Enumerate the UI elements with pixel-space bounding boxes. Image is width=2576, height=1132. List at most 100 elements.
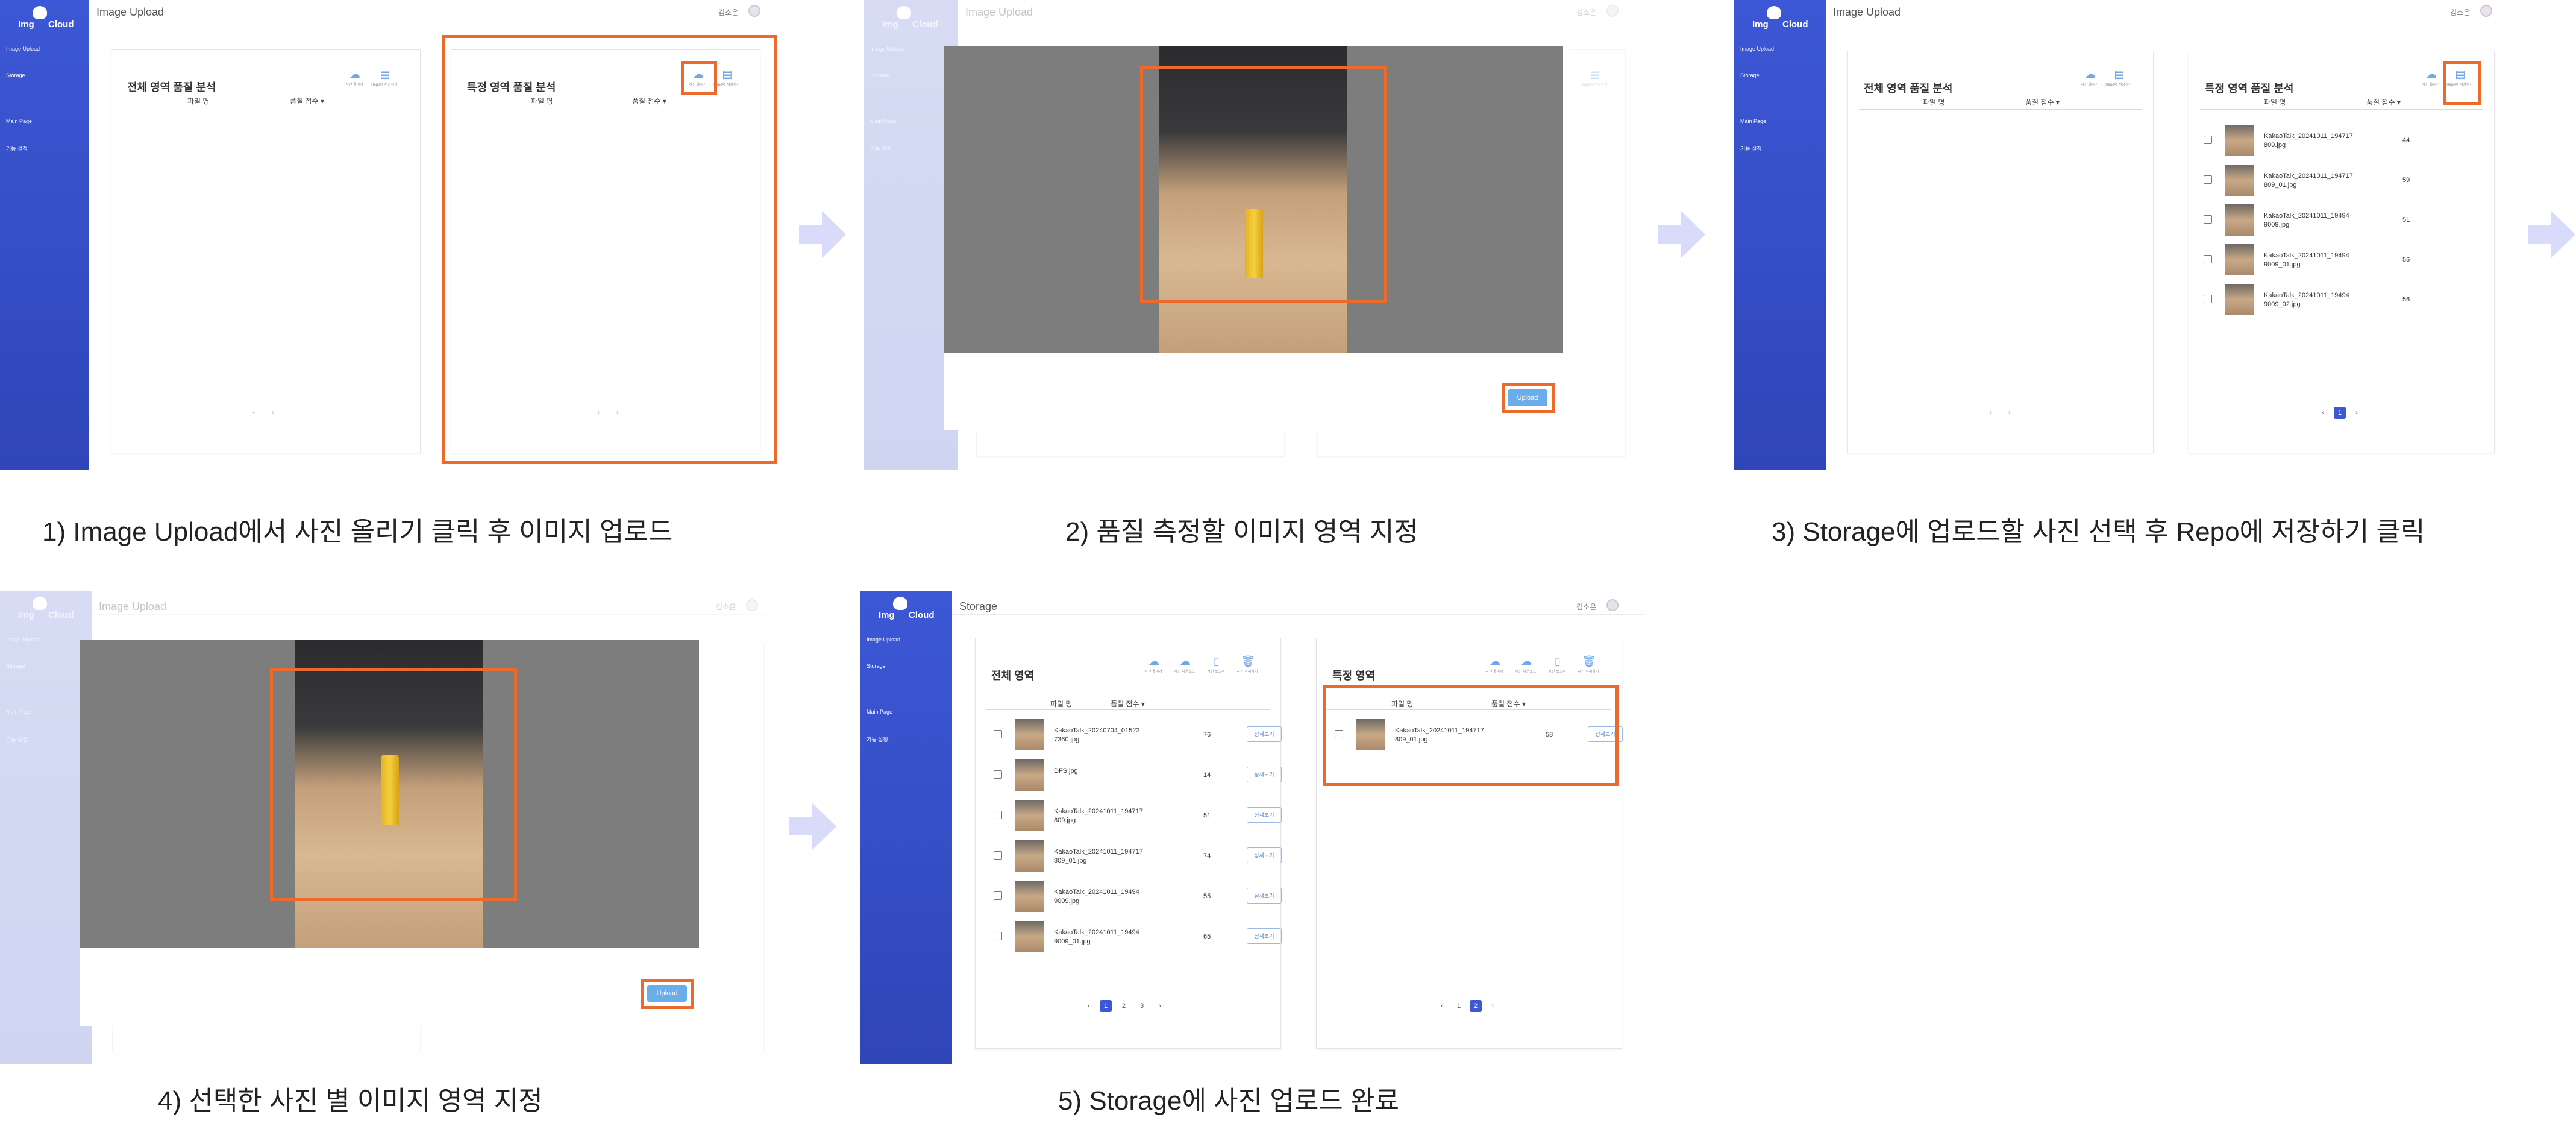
nav-main-page[interactable]: Main Page: [867, 709, 892, 715]
pager-page-2[interactable]: 2: [1470, 1000, 1482, 1012]
avatar[interactable]: [748, 5, 760, 17]
download-button[interactable]: ☁ 사진 다운로드: [1515, 655, 1537, 676]
row-checkbox[interactable]: [994, 851, 1002, 860]
crop-selection[interactable]: [270, 668, 517, 901]
table-row[interactable]: KakaoTalk_20241011_19494 9009.jpg 51: [2204, 202, 2481, 238]
avatar[interactable]: [1606, 599, 1619, 611]
pager-next[interactable]: ›: [1154, 1000, 1166, 1012]
save-repo-button[interactable]: ▤ Repo에 저장하기: [1581, 68, 1608, 89]
download-button[interactable]: ☁ 사진 다운로드: [1174, 655, 1196, 676]
pager-page-1[interactable]: 1: [1453, 1000, 1465, 1012]
table-row[interactable]: DFS.jpg 14 상세보기: [994, 757, 1282, 793]
detail-button[interactable]: 상세보기: [1247, 928, 1282, 944]
pager-prev[interactable]: ‹: [1989, 408, 1992, 417]
detail-button[interactable]: 상세보기: [1247, 888, 1282, 904]
row-checkbox[interactable]: [2204, 255, 2212, 263]
report-button[interactable]: ▯ 사진 보고서: [1547, 655, 1567, 676]
row-checkbox[interactable]: [994, 811, 1002, 819]
row-checkbox[interactable]: [2204, 215, 2212, 224]
app-logo[interactable]: Img Cloud: [1743, 6, 1809, 30]
nav-main-page[interactable]: Main Page: [1740, 118, 1766, 124]
row-checkbox[interactable]: [2204, 175, 2212, 184]
nav-storage[interactable]: Storage: [6, 72, 25, 78]
table-row[interactable]: KakaoTalk_20241011_19494 9009_01.jpg 56: [2204, 242, 2481, 278]
pager-page-3[interactable]: 3: [1136, 1000, 1148, 1012]
pager-prev[interactable]: ‹: [1436, 1000, 1448, 1012]
col-score[interactable]: 품질 점수 ▾: [290, 96, 324, 106]
app-logo[interactable]: Img Cloud: [8, 597, 75, 621]
nav-storage[interactable]: Storage: [870, 72, 889, 78]
nav-main-page[interactable]: Main Page: [870, 118, 896, 124]
avatar[interactable]: [1606, 5, 1619, 17]
pager-next[interactable]: ›: [1487, 1000, 1499, 1012]
table-row[interactable]: KakaoTalk_20241011_194717 809_01.jpg 74 상세…: [994, 838, 1282, 874]
full-area-card: 전체 영역 ☁ 사진 올리기 ☁ 사진 다운로드 ▯ 사진 보고서 🗑 사진 삭제하기 …: [975, 638, 1282, 1049]
row-checkbox[interactable]: [994, 770, 1002, 779]
app-logo[interactable]: Img Cloud: [873, 6, 939, 30]
col-score[interactable]: 품질 점수 ▾: [2025, 97, 2060, 107]
row-checkbox[interactable]: [994, 932, 1002, 940]
nav-image-upload[interactable]: Image Upload: [867, 637, 900, 643]
nav-main-page[interactable]: Main Page: [6, 118, 32, 124]
card-title: 전체 영역: [991, 670, 1035, 682]
upload-photo-button[interactable]: ☁ 사진 올리기: [1143, 655, 1164, 676]
report-button[interactable]: ▯ 사진 보고서: [1206, 655, 1226, 676]
table-row[interactable]: KakaoTalk_20241011_194717 809.jpg 51 상세보기: [994, 797, 1282, 834]
detail-button[interactable]: 상세보기: [1247, 847, 1282, 863]
col-score[interactable]: 품질 점수 ▾: [2366, 97, 2401, 107]
nav-image-upload[interactable]: Image Upload: [870, 46, 904, 52]
upload-photo-button[interactable]: ☁ 사진 올리기: [2421, 68, 2441, 89]
avatar[interactable]: [2480, 5, 2492, 17]
nav-main-page[interactable]: Main Page: [6, 709, 32, 715]
delete-button[interactable]: 🗑 사진 삭제하기: [1237, 655, 1258, 676]
save-repo-button[interactable]: ▤ Repo에 저장하기: [2105, 68, 2132, 89]
pager-next[interactable]: ›: [2008, 408, 2011, 417]
table-row[interactable]: KakaoTalk_20241011_194717 809.jpg 44: [2204, 122, 2481, 159]
pager-prev[interactable]: ‹: [252, 408, 255, 417]
table-row[interactable]: KakaoTalk_20241011_19494 9009.jpg 55 상세보기: [994, 878, 1282, 914]
table-row[interactable]: KakaoTalk_20240704_01522 7360.jpg 76 상세보기: [994, 717, 1282, 753]
nav-storage[interactable]: Storage: [867, 663, 886, 669]
nav-settings[interactable]: 기능 설정: [867, 735, 888, 743]
pager-page-2[interactable]: 2: [1118, 1000, 1130, 1012]
table-row[interactable]: KakaoTalk_20241011_19494 9009_01.jpg 65 상세…: [994, 919, 1282, 955]
row-checkbox[interactable]: [2204, 295, 2212, 303]
pager-next[interactable]: ›: [272, 408, 274, 417]
app-logo[interactable]: Img Cloud: [8, 6, 75, 30]
save-repo-button[interactable]: ▤ Repo에 저장하기: [371, 68, 398, 89]
nav-image-upload[interactable]: Image Upload: [1740, 46, 1774, 52]
detail-button[interactable]: 상세보기: [1247, 807, 1282, 823]
nav-storage[interactable]: Storage: [1740, 72, 1760, 78]
col-filename[interactable]: 파일 명: [2264, 97, 2286, 107]
nav-settings[interactable]: 기능 설정: [1740, 145, 1762, 153]
app-logo[interactable]: Img Cloud: [869, 597, 935, 621]
pager-page-1[interactable]: 1: [1100, 1000, 1112, 1012]
nav-settings[interactable]: 기능 설정: [6, 735, 28, 743]
row-checkbox[interactable]: [2204, 136, 2212, 144]
upload-photo-button[interactable]: ☁ 사진 올리기: [2079, 68, 2100, 89]
crop-selection[interactable]: [1140, 66, 1387, 303]
detail-button[interactable]: 상세보기: [1247, 767, 1282, 782]
upload-photo-button[interactable]: ☁ 사진 올리기: [344, 68, 365, 89]
pager-prev[interactable]: ‹: [2317, 407, 2329, 419]
nav-settings[interactable]: 기능 설정: [870, 145, 892, 153]
nav-storage[interactable]: Storage: [6, 663, 25, 669]
col-filename[interactable]: 파일 명: [187, 96, 209, 106]
col-filename[interactable]: 파일 명: [1923, 97, 1945, 107]
table-row[interactable]: KakaoTalk_20241011_19494 9009_02.jpg 56: [2204, 281, 2481, 318]
delete-button[interactable]: 🗑 사진 삭제하기: [1578, 655, 1599, 676]
nav-image-upload[interactable]: Image Upload: [6, 46, 40, 52]
detail-button[interactable]: 상세보기: [1247, 726, 1282, 742]
upload-photo-button[interactable]: ☁ 사진 올리기: [1484, 655, 1505, 676]
nav-image-upload[interactable]: Image Upload: [6, 637, 40, 643]
col-score[interactable]: 품질 점수 ▾: [1111, 699, 1145, 709]
pager-page-1[interactable]: 1: [2334, 407, 2346, 419]
row-checkbox[interactable]: [994, 730, 1002, 738]
pager-next[interactable]: ›: [2351, 407, 2363, 419]
table-row[interactable]: KakaoTalk_20241011_194717 809_01.jpg 59: [2204, 162, 2481, 198]
avatar[interactable]: [746, 599, 758, 611]
nav-settings[interactable]: 기능 설정: [6, 145, 28, 153]
col-filename[interactable]: 파일 명: [1050, 699, 1072, 709]
row-checkbox[interactable]: [994, 891, 1002, 900]
pager-prev[interactable]: ‹: [1083, 1000, 1095, 1012]
